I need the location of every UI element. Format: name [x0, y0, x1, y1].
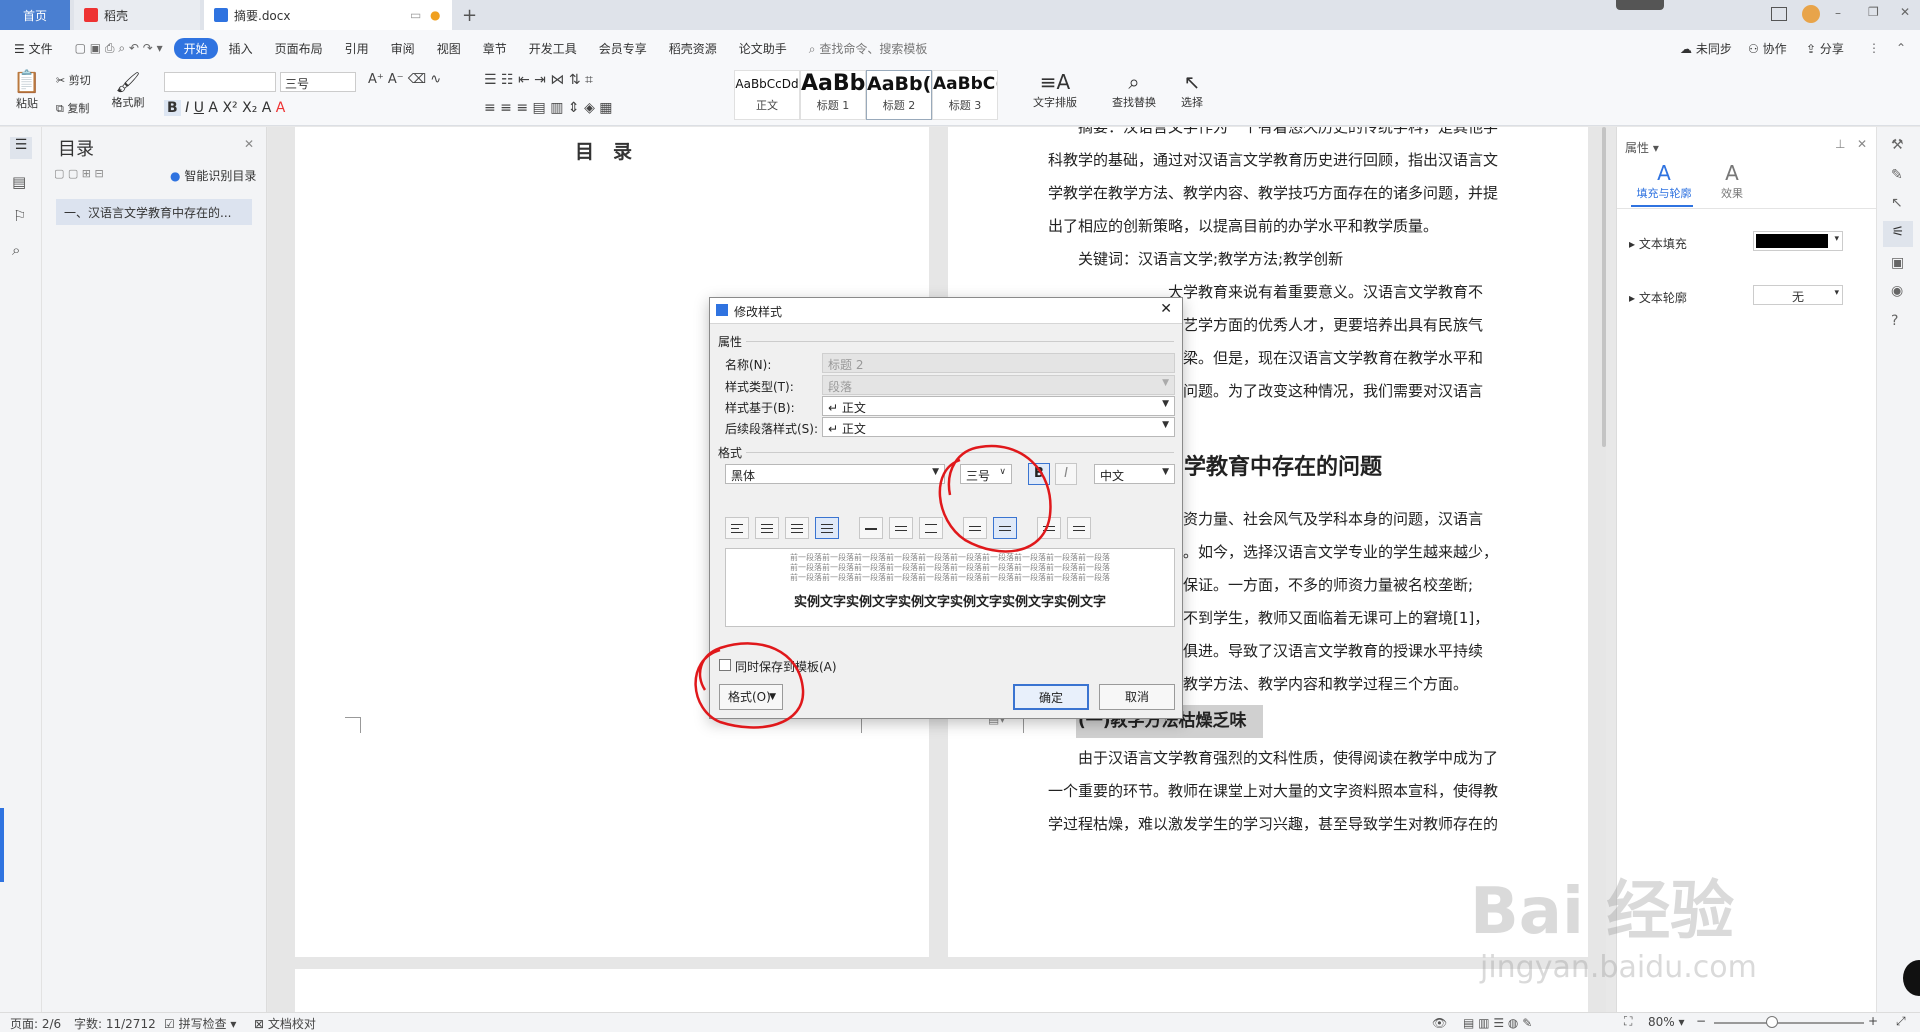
watermark-url: jingyan.baidu.com [1480, 950, 1757, 985]
annotation-circle-format-button [694, 642, 805, 729]
annotation-circle-size-bold [938, 444, 1052, 553]
watermark-brand: Bai 经验 [1470, 875, 1735, 949]
